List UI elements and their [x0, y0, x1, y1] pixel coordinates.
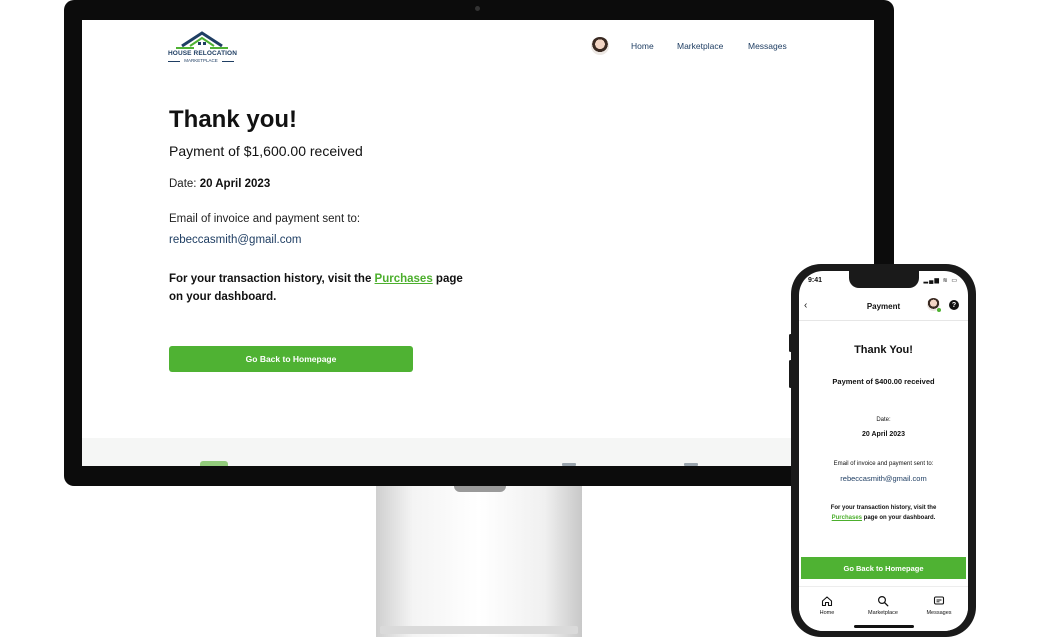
- phone-side-button: [789, 360, 792, 388]
- purchases-link[interactable]: Purchases: [375, 273, 433, 285]
- phone-side-button: [789, 334, 792, 352]
- payment-amount: Payment of $1,600.00 received: [169, 143, 363, 159]
- monitor-stand: [376, 486, 582, 637]
- footer-link[interactable]: [684, 463, 698, 466]
- mobile-date-value: 20 April 2023: [862, 431, 905, 438]
- tab-home[interactable]: Home: [799, 595, 855, 616]
- email-address: rebeccasmith@gmail.com: [169, 234, 302, 246]
- mobile-payment-amount: Payment of $400.00 received: [832, 377, 935, 386]
- mobile-go-back-homepage-button[interactable]: Go Back to Homepage: [801, 557, 966, 579]
- history-text-before: For your transaction history, visit the: [169, 273, 375, 285]
- bottom-tab-bar: Home Marketplace Messages: [799, 586, 968, 631]
- nav-messages[interactable]: Messages: [748, 41, 787, 51]
- date-label: Date:: [169, 178, 200, 190]
- logo-name: HOUSE RELOCATION: [168, 50, 238, 57]
- footer-logo-icon: [200, 461, 228, 466]
- camera-dot: [475, 6, 480, 11]
- monitor-stand-base: [380, 626, 578, 634]
- mobile-history-text-after: page on your dashboard.: [862, 515, 936, 521]
- help-icon[interactable]: ?: [949, 300, 959, 310]
- home-indicator: [854, 625, 914, 628]
- footer-link[interactable]: [562, 463, 576, 466]
- history-text: For your transaction history, visit the …: [169, 270, 469, 306]
- mobile-phone: 9:41 ▂▄▆ ≋ ▭ ‹ Payment ? Thank You! Paym…: [789, 264, 976, 637]
- online-status-icon: [937, 308, 941, 312]
- home-icon: [821, 596, 833, 607]
- footer: [82, 438, 874, 466]
- tab-marketplace[interactable]: Marketplace: [855, 595, 911, 616]
- logo-divider: [222, 61, 234, 62]
- status-icons: ▂▄▆ ≋ ▭: [923, 278, 958, 284]
- page-title: Thank you!: [169, 106, 298, 133]
- go-back-homepage-button[interactable]: Go Back to Homepage: [169, 346, 413, 372]
- nav-home[interactable]: Home: [631, 41, 654, 51]
- mobile-email-label: Email of invoice and payment sent to:: [833, 461, 934, 467]
- tab-messages[interactable]: Messages: [911, 595, 967, 616]
- mobile-history-text: For your transaction history, visit the …: [799, 503, 968, 523]
- tab-home-label: Home: [819, 610, 835, 616]
- desktop-screen: HOUSE RELOCATION MARKETPLACE Home Market…: [82, 20, 874, 466]
- payment-date: Date: 20 April 2023: [169, 178, 270, 190]
- message-icon: [933, 596, 945, 605]
- mobile-purchases-link[interactable]: Purchases: [832, 515, 862, 521]
- house-logo-icon: [176, 31, 228, 49]
- desktop-monitor: HOUSE RELOCATION MARKETPLACE Home Market…: [64, 0, 894, 486]
- avatar[interactable]: [591, 37, 609, 55]
- mobile-date-label: Date:: [876, 417, 891, 423]
- mobile-email-address: rebeccasmith@gmail.com: [840, 474, 927, 483]
- mobile-title: Thank You!: [854, 344, 913, 356]
- logo[interactable]: HOUSE RELOCATION MARKETPLACE: [168, 30, 238, 66]
- mobile-history-text-before: For your transaction history, visit the: [830, 505, 937, 511]
- tab-marketplace-label: Marketplace: [868, 610, 898, 616]
- mobile-screen: 9:41 ▂▄▆ ≋ ▭ ‹ Payment ? Thank You! Paym…: [799, 271, 968, 631]
- email-label: Email of invoice and payment sent to:: [169, 213, 361, 225]
- mobile-header-title: Payment: [866, 302, 901, 311]
- status-time: 9:41: [808, 277, 823, 284]
- nav-marketplace[interactable]: Marketplace: [677, 41, 723, 51]
- monitor-hinge: [454, 486, 506, 492]
- phone-notch: [849, 271, 919, 288]
- tab-messages-label: Messages: [926, 610, 952, 616]
- header-divider: [799, 320, 968, 321]
- search-icon: [877, 595, 889, 607]
- date-value: 20 April 2023: [199, 178, 271, 190]
